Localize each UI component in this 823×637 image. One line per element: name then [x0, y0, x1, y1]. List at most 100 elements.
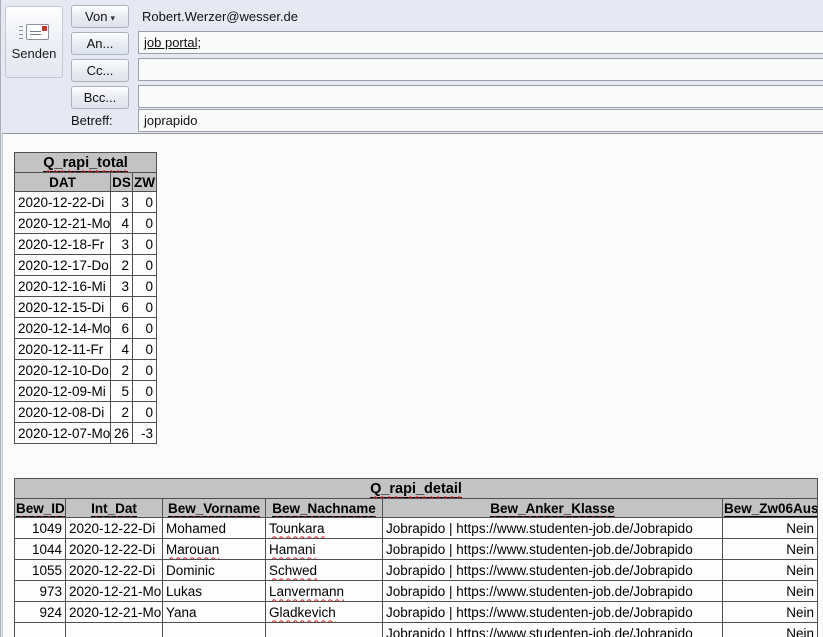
- cell-zw: 0: [133, 318, 157, 339]
- detail-table-header-row: Bew_IDInt_DatBew_VornameBew_NachnameBew_…: [15, 499, 818, 518]
- column-header: Bew_Anker_Klasse: [383, 499, 723, 518]
- column-header: ZW: [133, 173, 157, 192]
- cell-nachname: Lanvermann: [266, 581, 383, 602]
- table-row: 10552020-12-22-DiDominicSchwedJobrapido …: [15, 560, 818, 581]
- address-line: [30, 31, 41, 35]
- cell-vorname: [163, 623, 266, 637]
- table-row: 9242020-12-21-MoYanaGladkevichJobrapido …: [15, 602, 818, 623]
- to-button[interactable]: An...: [71, 32, 129, 55]
- mail-compose-window: Senden Von▾ An... Cc... Bcc... Robert.We…: [0, 0, 823, 637]
- cell-nachname: Schwed: [266, 560, 383, 581]
- cell-anker-klasse: Jobrapido | https://www.studenten-job.de…: [383, 560, 723, 581]
- table-row: 2020-12-07-Mo26-3: [15, 423, 157, 444]
- cell-dat: 2020-12-17-Do: [15, 255, 111, 276]
- send-button-label: Senden: [12, 46, 57, 61]
- cell-ds: 6: [111, 318, 133, 339]
- table-row: 2020-12-17-Do20: [15, 255, 157, 276]
- from-button[interactable]: Von▾: [71, 5, 129, 28]
- cell-ds: 4: [111, 339, 133, 360]
- cell-nachname: Hamani: [266, 539, 383, 560]
- cell-anker-klasse: Jobrapido | https://www.studenten-job.de…: [383, 623, 723, 637]
- cell-vorname: Dominic: [163, 560, 266, 581]
- column-header: Bew_Zw06Aus: [723, 499, 818, 518]
- cell-zw: 0: [133, 360, 157, 381]
- detail-table-title: Q_rapi_detail: [370, 481, 462, 498]
- bcc-button[interactable]: Bcc...: [71, 86, 129, 109]
- cell-bew-id: 973: [15, 581, 66, 602]
- cell-dat: 2020-12-16-Mi: [15, 276, 111, 297]
- column-header: Bew_Nachname: [266, 499, 383, 518]
- subject-field[interactable]: joprapido: [138, 109, 823, 132]
- cell-int-dat: 2020-12-21-Mo: [66, 581, 163, 602]
- cell-bew-id: 1044: [15, 539, 66, 560]
- cc-field[interactable]: [138, 58, 823, 81]
- cc-button[interactable]: Cc...: [71, 59, 129, 82]
- cell-dat: 2020-12-18-Fr: [15, 234, 111, 255]
- column-header: Int_Dat: [66, 499, 163, 518]
- cell-zw: 0: [133, 339, 157, 360]
- cell-nachname: Gladkevich: [266, 602, 383, 623]
- table-row: 10442020-12-22-DiMarouanHamaniJobrapido …: [15, 539, 818, 560]
- detail-table: Q_rapi_detail Bew_IDInt_DatBew_VornameBe…: [14, 478, 818, 637]
- cell-zw: 0: [133, 402, 157, 423]
- column-header: DS: [111, 173, 133, 192]
- cell-dat: 2020-12-11-Fr: [15, 339, 111, 360]
- cell-dat: 2020-12-10-Do: [15, 360, 111, 381]
- table-row: 10492020-12-22-DiMohamedTounkaraJobrapid…: [15, 518, 818, 539]
- detail-table-title-row: Q_rapi_detail: [15, 479, 818, 499]
- total-table-title-row: Q_rapi_total: [15, 153, 157, 173]
- column-header: Bew_Vorname: [163, 499, 266, 518]
- cell-ds: 4: [111, 213, 133, 234]
- cell-zw06aus: Nein: [723, 518, 818, 539]
- table-row: 2020-12-16-Mi30: [15, 276, 157, 297]
- table-row: 2020-12-18-Fr30: [15, 234, 157, 255]
- stamp-square: [42, 26, 47, 31]
- table-row: 2020-12-22-Di30: [15, 192, 157, 213]
- cell-zw06aus: Nein: [723, 539, 818, 560]
- cell-bew-id: 1055: [15, 560, 66, 581]
- cell-zw: 0: [133, 297, 157, 318]
- table-row: 2020-12-09-Mi50: [15, 381, 157, 402]
- cell-int-dat: [66, 623, 163, 637]
- total-table-title: Q_rapi_total: [43, 155, 128, 172]
- table-row: 2020-12-14-Mo60: [15, 318, 157, 339]
- column-header: DAT: [15, 173, 111, 192]
- chevron-down-icon: ▾: [110, 13, 115, 23]
- cell-vorname: Yana: [163, 602, 266, 623]
- bcc-field[interactable]: [138, 85, 823, 108]
- table-row: 2020-12-15-Di60: [15, 297, 157, 318]
- cell-nachname: [266, 623, 383, 637]
- recipient-chip[interactable]: job portal: [144, 35, 197, 50]
- cell-ds: 2: [111, 402, 133, 423]
- cell-dat: 2020-12-21-Mo: [15, 213, 111, 234]
- cell-zw: 0: [133, 381, 157, 402]
- message-body[interactable]: Q_rapi_total DATDSZW 2020-12-22-Di302020…: [2, 133, 823, 637]
- column-header: Bew_ID: [15, 499, 66, 518]
- cell-anker-klasse: Jobrapido | https://www.studenten-job.de…: [383, 581, 723, 602]
- cell-ds: 26: [111, 423, 133, 444]
- cell-ds: 6: [111, 297, 133, 318]
- total-table: Q_rapi_total DATDSZW 2020-12-22-Di302020…: [14, 152, 157, 444]
- from-button-label: Von: [85, 9, 107, 24]
- to-field[interactable]: job portal;: [138, 31, 823, 54]
- cell-zw: 0: [133, 213, 157, 234]
- cell-vorname: Marouan: [163, 539, 266, 560]
- cell-dat: 2020-12-07-Mo: [15, 423, 111, 444]
- cell-ds: 2: [111, 255, 133, 276]
- cell-int-dat: 2020-12-22-Di: [66, 560, 163, 581]
- cell-ds: 3: [111, 192, 133, 213]
- cell-nachname: Tounkara: [266, 518, 383, 539]
- send-button[interactable]: Senden: [5, 6, 63, 78]
- cell-vorname: Lukas: [163, 581, 266, 602]
- cell-zw06aus: Nein: [723, 560, 818, 581]
- cell-dat: 2020-12-22-Di: [15, 192, 111, 213]
- cell-ds: 3: [111, 276, 133, 297]
- cell-int-dat: 2020-12-21-Mo: [66, 602, 163, 623]
- cell-zw: 0: [133, 255, 157, 276]
- send-envelope-icon: [18, 24, 50, 41]
- recipient-separator: ;: [197, 35, 201, 50]
- cell-dat: 2020-12-15-Di: [15, 297, 111, 318]
- envelope-shape: [26, 24, 49, 40]
- cell-dat: 2020-12-09-Mi: [15, 381, 111, 402]
- cell-anker-klasse: Jobrapido | https://www.studenten-job.de…: [383, 602, 723, 623]
